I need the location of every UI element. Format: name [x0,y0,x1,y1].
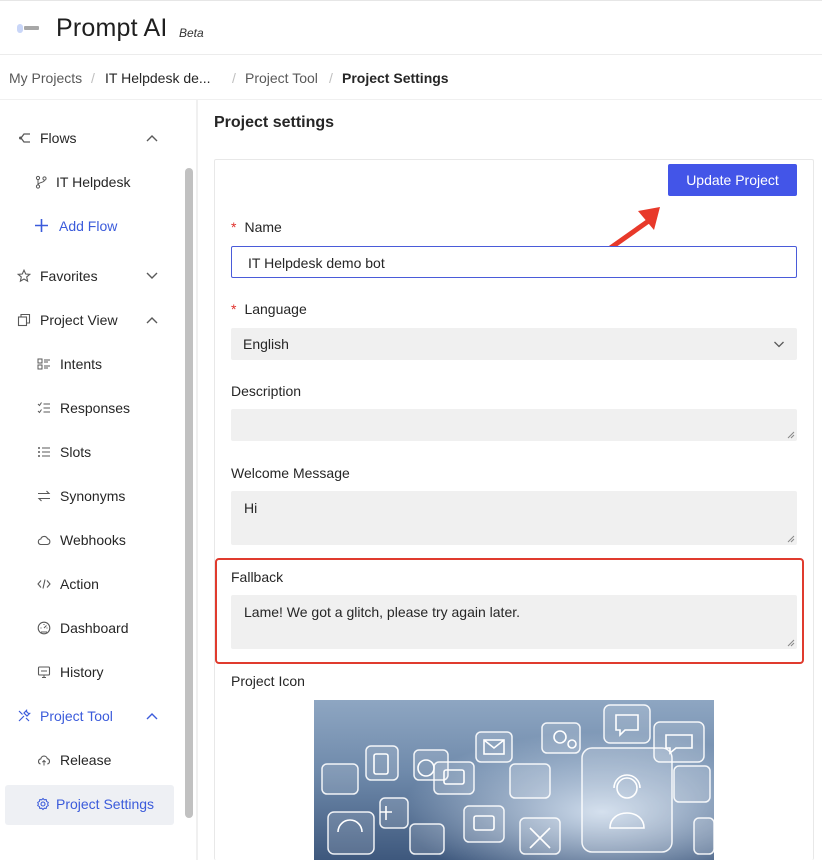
breadcrumb-current: Project Settings [342,70,449,86]
sidebar-group-flows[interactable]: Flows [0,119,184,159]
sidebar-item-it-helpdesk[interactable]: IT Helpdesk [0,163,184,203]
breadcrumb-separator: / [329,70,333,86]
history-icon [37,665,51,679]
sidebar-group-project-view[interactable]: Project View [0,301,184,341]
sidebar-item-release[interactable]: Release [0,741,184,781]
sidebar-item-label: Intents [60,356,103,372]
tools-icon [17,709,31,723]
breadcrumb-project-tool[interactable]: Project Tool [245,70,318,86]
sidebar-item-action[interactable]: Action [0,565,184,605]
sidebar-item-label: IT Helpdesk [56,174,131,190]
project-view-icon [17,313,31,327]
synonyms-icon [37,489,51,503]
sidebar-group-label: Project View [40,312,118,328]
app-name: Prompt AI [56,14,168,42]
sidebar-group-label: Project Tool [40,708,113,724]
sidebar-item-label: History [60,664,104,680]
resize-handle-icon[interactable] [787,535,795,543]
description-textarea[interactable] [231,409,797,441]
chevron-up-icon[interactable] [144,313,160,327]
language-label: * Language [231,301,307,317]
slots-icon [37,445,51,459]
sidebar-item-label: Action [60,576,99,592]
welcome-message-value: Hi [244,500,258,516]
breadcrumb-my-projects[interactable]: My Projects [9,70,82,86]
resize-handle-icon[interactable] [787,639,795,647]
intents-icon [37,357,51,371]
sidebar-group-label: Favorites [40,268,98,284]
add-flow-button[interactable]: Add Flow [0,207,184,247]
language-select-value: English [243,336,289,352]
chevron-down-icon [774,341,784,348]
sidebar-item-synonyms[interactable]: Synonyms [0,477,184,517]
breadcrumb-separator: / [91,70,95,86]
sidebar-item-project-settings[interactable]: Project Settings [5,785,174,825]
sidebar: Flows IT Helpdesk Add Flow Favorites Pro… [0,100,184,860]
settings-icon [36,797,50,811]
fallback-value: Lame! We got a glitch, please try again … [244,604,521,620]
sidebar-item-label: Dashboard [60,620,129,636]
logo-icon[interactable] [17,23,39,35]
add-flow-label: Add Flow [59,218,118,234]
flow-icon [18,131,32,145]
resize-handle-icon[interactable] [787,431,795,439]
language-select[interactable]: English [231,328,797,360]
chevron-down-icon[interactable] [144,269,160,283]
sidebar-group-favorites[interactable]: Favorites [0,257,184,297]
welcome-message-label: Welcome Message [231,465,350,481]
sidebar-scrollbar[interactable] [185,168,193,818]
update-project-button[interactable]: Update Project [668,164,797,196]
sidebar-item-label: Project Settings [56,796,155,812]
name-input-value: IT Helpdesk demo bot [248,255,385,271]
fallback-label: Fallback [231,569,284,585]
page-title: Project settings [214,114,335,131]
name-label: * Name [231,219,282,235]
sidebar-divider [196,100,198,860]
sidebar-item-label: Release [60,752,112,768]
breadcrumb-separator: / [232,70,236,86]
star-icon [16,268,32,283]
project-icon-image[interactable] [314,700,714,860]
sidebar-item-dashboard[interactable]: Dashboard [0,609,184,649]
dashboard-icon [37,621,51,635]
sidebar-item-label: Synonyms [60,488,126,504]
plus-icon [34,218,48,232]
name-input[interactable]: IT Helpdesk demo bot [231,246,797,278]
sidebar-item-intents[interactable]: Intents [0,345,184,385]
required-mark: * [231,301,237,317]
chevron-up-icon[interactable] [144,131,160,145]
welcome-message-textarea[interactable]: Hi [231,491,797,545]
branch-icon [34,175,48,189]
release-icon [37,753,51,767]
description-label: Description [231,383,302,399]
sidebar-item-label: Webhooks [60,532,126,548]
project-icon-label: Project Icon [231,673,305,689]
sidebar-item-history[interactable]: History [0,653,184,693]
chevron-up-icon[interactable] [144,709,160,723]
beta-badge: Beta [179,26,204,40]
sidebar-item-responses[interactable]: Responses [0,389,184,429]
code-icon [37,577,51,591]
fallback-textarea[interactable]: Lame! We got a glitch, please try again … [231,595,797,649]
breadcrumb-project[interactable]: IT Helpdesk de... [105,70,211,86]
sidebar-group-label: Flows [40,130,77,146]
sidebar-item-slots[interactable]: Slots [0,433,184,473]
app-header: Prompt AI Beta [0,0,822,55]
sidebar-item-label: Responses [60,400,131,416]
responses-icon [37,401,51,415]
sidebar-group-project-tool[interactable]: Project Tool [0,697,184,737]
sidebar-item-webhooks[interactable]: Webhooks [0,521,184,561]
sidebar-item-label: Slots [60,444,92,460]
cloud-icon [37,533,51,547]
required-mark: * [231,219,237,235]
